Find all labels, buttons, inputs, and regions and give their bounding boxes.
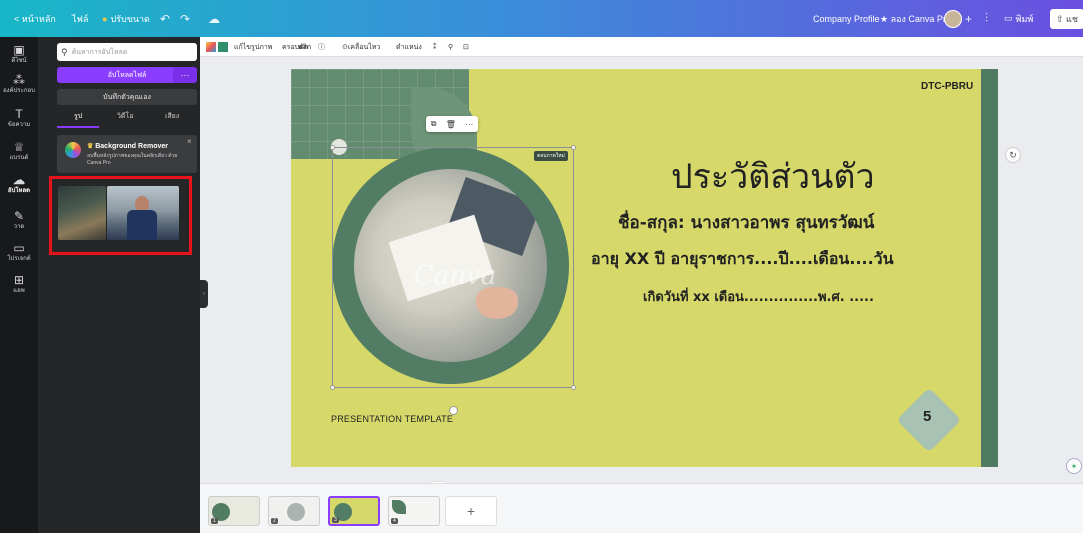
selection-box[interactable] <box>330 145 576 390</box>
lock-icon[interactable]: ⊡ <box>463 37 469 57</box>
search-input[interactable]: ⚲ ค้นหาการอัปโหลด <box>57 43 197 61</box>
slide-title[interactable]: ประวัติส่วนตัว <box>671 149 875 203</box>
rail-item-design[interactable]: ▣ ดีไซน์ <box>0 43 38 65</box>
analytics-icon[interactable]: ⫶ <box>985 0 988 37</box>
promo-description: ลบพื้นหลังรูปภาพของคุณในคลิกเดียว ด้วย C… <box>87 153 178 166</box>
page-thumbnail[interactable]: 2 <box>268 496 320 526</box>
element-floating-toolbar: ⧉ 🗑 ··· <box>426 116 478 132</box>
active-tab-indicator <box>57 126 99 128</box>
more-options-icon[interactable]: ··· <box>465 120 473 129</box>
undo-icon[interactable]: ↶ <box>160 0 170 37</box>
collapse-panel-handle[interactable]: ‹ <box>200 280 208 308</box>
animate-button[interactable]: ⊙ เคลื่อนไหว <box>342 37 380 57</box>
avatar[interactable] <box>944 0 962 37</box>
print-button[interactable]: ▭ พิมพ์ <box>1004 0 1033 37</box>
add-page-button[interactable]: + <box>445 496 497 526</box>
cloud-saved-icon[interactable]: ☁ <box>208 0 220 37</box>
info-icon[interactable]: ⓘ <box>318 37 325 57</box>
share-button[interactable]: ⇧ แช <box>1050 0 1083 37</box>
elements-icon: ⁂ <box>13 73 25 87</box>
page-number[interactable]: 5 <box>923 408 931 425</box>
color-swatches[interactable] <box>206 37 228 57</box>
close-icon[interactable]: × <box>187 137 192 146</box>
resize-handle[interactable] <box>571 385 576 390</box>
apps-icon: ⊞ <box>13 273 25 287</box>
uploads-panel: ⚲ ค้นหาการอัปโหลด อัปโหลดไฟล์ ··· บันทึกต… <box>38 37 200 533</box>
record-yourself-button[interactable]: บันทึกตัวคุณเอง <box>57 89 197 105</box>
search-icon: ⚲ <box>61 46 68 57</box>
tab-videos[interactable]: วิดีโอ <box>117 111 133 122</box>
presentation-template-label[interactable]: PRESENTATION TEMPLATE <box>331 414 453 424</box>
rail-item-text[interactable]: T ข้อความ <box>0 107 38 129</box>
slide-canvas[interactable]: Canva ตอบภาพใหม่ ⧉ 🗑 ··· DTC-PBRU ประวัต… <box>291 69 998 467</box>
template-icon: ▣ <box>13 43 25 57</box>
link-icon[interactable]: ⚲ <box>448 37 453 57</box>
flip-button[interactable]: พลิก <box>298 37 311 57</box>
share-icon: ⇧ <box>1056 13 1067 24</box>
org-tag[interactable]: DTC-PBRU <box>921 81 973 92</box>
duplicate-icon[interactable]: ⧉ <box>431 119 437 129</box>
transparency-icon[interactable]: ⁑ <box>433 37 437 57</box>
position-button[interactable]: ตำแหน่ง <box>396 37 422 57</box>
resize-handle[interactable] <box>571 145 576 150</box>
resize-handle[interactable] <box>330 385 335 390</box>
pages-rail: 1 2 3 4 + <box>200 483 1083 533</box>
page-thumbnail[interactable]: 1 <box>208 496 260 526</box>
rail-item-apps[interactable]: ⊞ แอพ <box>0 273 38 295</box>
tab-audio[interactable]: เสียง <box>165 111 179 122</box>
text-icon: T <box>15 107 23 121</box>
highlight-annotation-box <box>49 176 192 255</box>
projects-icon: ▭ <box>13 241 25 255</box>
background-remover-logo-icon <box>65 142 81 158</box>
home-button[interactable]: < หน้าหลัก <box>14 0 56 37</box>
resize-button[interactable]: ● ปรับขนาด <box>102 0 150 37</box>
edit-image-button[interactable]: แก้ไขรูปภาพ <box>234 37 272 57</box>
document-title[interactable]: Company Profile <box>813 0 880 37</box>
age-line[interactable]: อายุ XX ปี อายุราชการ....ปี....เดือน....… <box>591 247 894 272</box>
rail-item-uploads[interactable]: ☁ อัปโหลด <box>0 173 38 195</box>
rail-item-projects[interactable]: ▭ โปรเจกต์ <box>0 241 38 263</box>
rail-item-brand[interactable]: ♕ แบรนด์ <box>0 140 38 162</box>
upload-icon: ☁ <box>13 173 25 187</box>
rail-item-draw[interactable]: ✎ วาด <box>0 209 38 231</box>
page-thumbnail[interactable]: 4 <box>388 496 440 526</box>
brand-icon: ♕ <box>13 140 25 154</box>
add-collaborator-icon[interactable]: + <box>965 0 972 37</box>
name-line[interactable]: ชื่อ-สกุล: นางสาวอาพร สุนทรวัฒน์ <box>618 209 874 236</box>
draw-icon: ✎ <box>13 209 25 223</box>
file-menu[interactable]: ไฟล์ <box>72 0 88 37</box>
side-rail: ▣ ดีไซน์ ⁂ องค์ประกอบ T ข้อความ ♕ แบรนด์ ☁ อั… <box>0 37 38 533</box>
assistant-icon[interactable]: ✶ <box>1066 458 1082 474</box>
rotate-handle[interactable] <box>449 406 458 415</box>
print-icon: ▭ <box>1004 13 1013 23</box>
replace-photo-badge[interactable]: ตอบภาพใหม่ <box>534 151 568 161</box>
promo-title: ♛ Background Remover <box>87 143 168 150</box>
background-remover-promo[interactable]: ♛ Background Remover ลบพื้นหลังรูปภาพของ… <box>57 135 197 173</box>
top-bar: < หน้าหลัก ไฟล์ ● ปรับขนาด ↶ ↷ ☁ Company … <box>0 0 1083 37</box>
editor-toolbar: แก้ไขรูปภาพ ครอบตัด พลิก ⓘ ⊙ เคลื่อนไหว … <box>200 37 1083 57</box>
delete-icon[interactable]: 🗑 <box>446 120 456 129</box>
page-thumbnail-active[interactable]: 3 <box>328 496 380 526</box>
redo-icon[interactable]: ↷ <box>180 0 190 37</box>
resize-handle[interactable] <box>330 145 335 150</box>
rail-item-elements[interactable]: ⁂ องค์ประกอบ <box>0 73 38 95</box>
birth-date-line[interactable]: เกิดวันที่ xx เดือน...............พ.ศ. .… <box>643 286 874 307</box>
side-stripe-decoration <box>981 69 998 467</box>
crown-icon: ● <box>102 13 108 24</box>
refresh-icon[interactable]: ↻ <box>1005 147 1021 163</box>
upload-more-button[interactable]: ··· <box>173 67 197 83</box>
try-pro-button[interactable]: ★ ลอง Canva Pro <box>880 0 951 37</box>
tab-images[interactable]: รูป <box>74 111 82 122</box>
